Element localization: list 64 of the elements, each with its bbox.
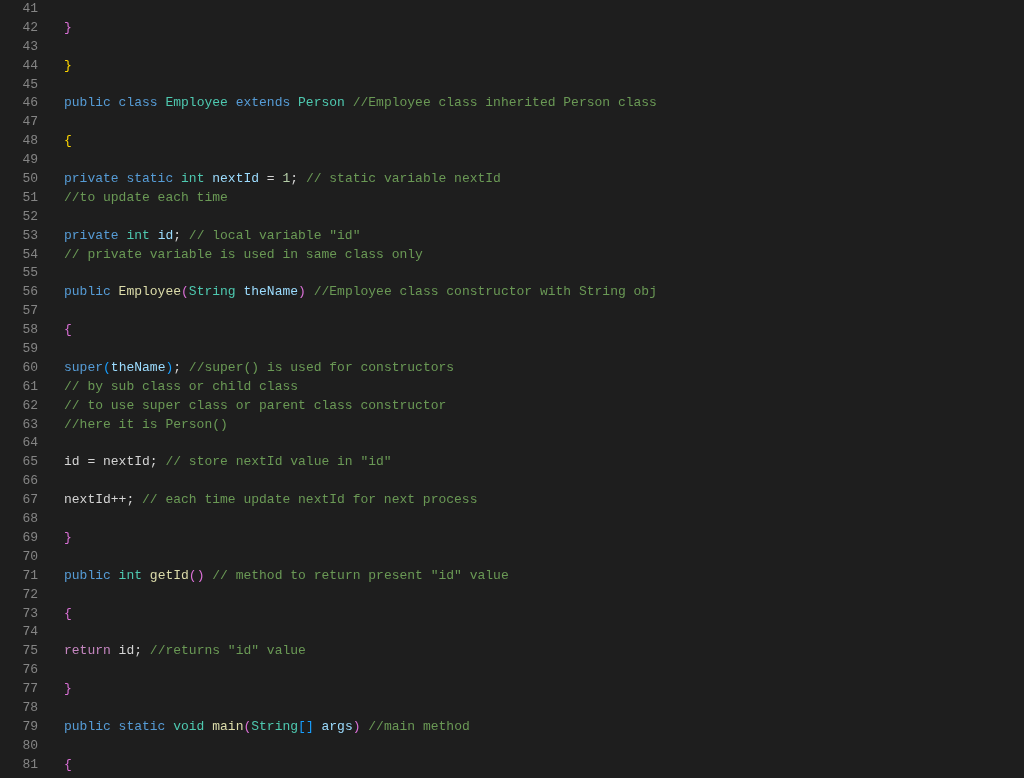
line-number: 77 [21,680,38,699]
line-number: 55 [21,264,38,283]
line-number: 60 [21,358,38,377]
line-number: 45 [21,75,38,94]
code-line: { [64,755,72,774]
line-number: 50 [21,170,38,188]
line-number: 61 [21,377,38,396]
line-number: 70 [21,547,38,566]
code-line: //here it is Person() [64,415,228,434]
code-line: } [64,680,72,699]
line-number: 66 [21,472,38,491]
line-number: 59 [21,340,38,359]
line-number: 47 [21,113,38,132]
line-number: 58 [21,321,38,340]
line-number: 75 [21,642,38,661]
line-number: 62 [21,396,38,415]
line-number: 46 [21,94,38,113]
code-line: nextId++; // each time update nextId for next process [64,491,478,510]
line-number: 74 [21,623,38,642]
line-number: 68 [21,510,38,529]
line-number: 71 [21,566,38,585]
code-line: private int id; // local variable "id" [64,226,361,245]
code-line: { [64,132,72,151]
code-line: public int getId() // method to return present "id" value [64,566,509,585]
code-line: //to update each time [64,188,228,207]
line-number: 52 [21,207,38,226]
code-line: // to use super class or parent class constructor [64,396,447,415]
code-line: } [64,528,72,547]
line-number: 79 [21,717,38,736]
line-number: 76 [21,661,38,680]
line-number: 67 [21,491,38,510]
code-line: // by sub class or child class [64,377,299,396]
line-number: 51 [21,188,38,207]
code-line: } [64,56,72,75]
line-number: 78 [21,698,38,717]
line-number: 80 [21,736,38,755]
line-number: 54 [21,245,38,264]
code-line: public static void main(String[] args) //main method [64,717,470,736]
line-number: 44 [21,56,38,75]
code-line: return id; //returns "id" value [64,642,306,661]
code-line: id = nextId; // store nextId value in "id" [64,453,392,472]
code-line: private static int nextId = 1; // static variable nextId [64,170,501,188]
line-number: 69 [21,528,38,547]
line-number: 49 [21,151,38,170]
code-line: { [64,604,72,623]
code-line: } [64,18,72,37]
line-number: 41 [21,0,38,18]
line-number: 53 [21,226,38,245]
code-line: super(theName); //super() is used for constructors [64,358,455,377]
line-number: 64 [21,434,38,453]
line-number: 72 [21,585,38,604]
line-number: 57 [21,302,38,321]
line-number: 48 [21,132,38,151]
line-number: 43 [21,37,38,56]
line-number: 73 [21,604,38,623]
code-line: public class Employee extends Person //Employee class inherited Person class [64,94,657,113]
line-number: 65 [21,453,38,472]
code-line: public Employee(String theName) //Employee class constructor with String obj [64,283,657,302]
code-line: { [64,321,72,340]
line-number: 63 [21,415,38,434]
code-line: // private variable is used in same class only [64,245,423,264]
line-number: 81 [21,755,38,774]
line-number: 42 [21,18,38,37]
line-number: 56 [21,283,38,302]
